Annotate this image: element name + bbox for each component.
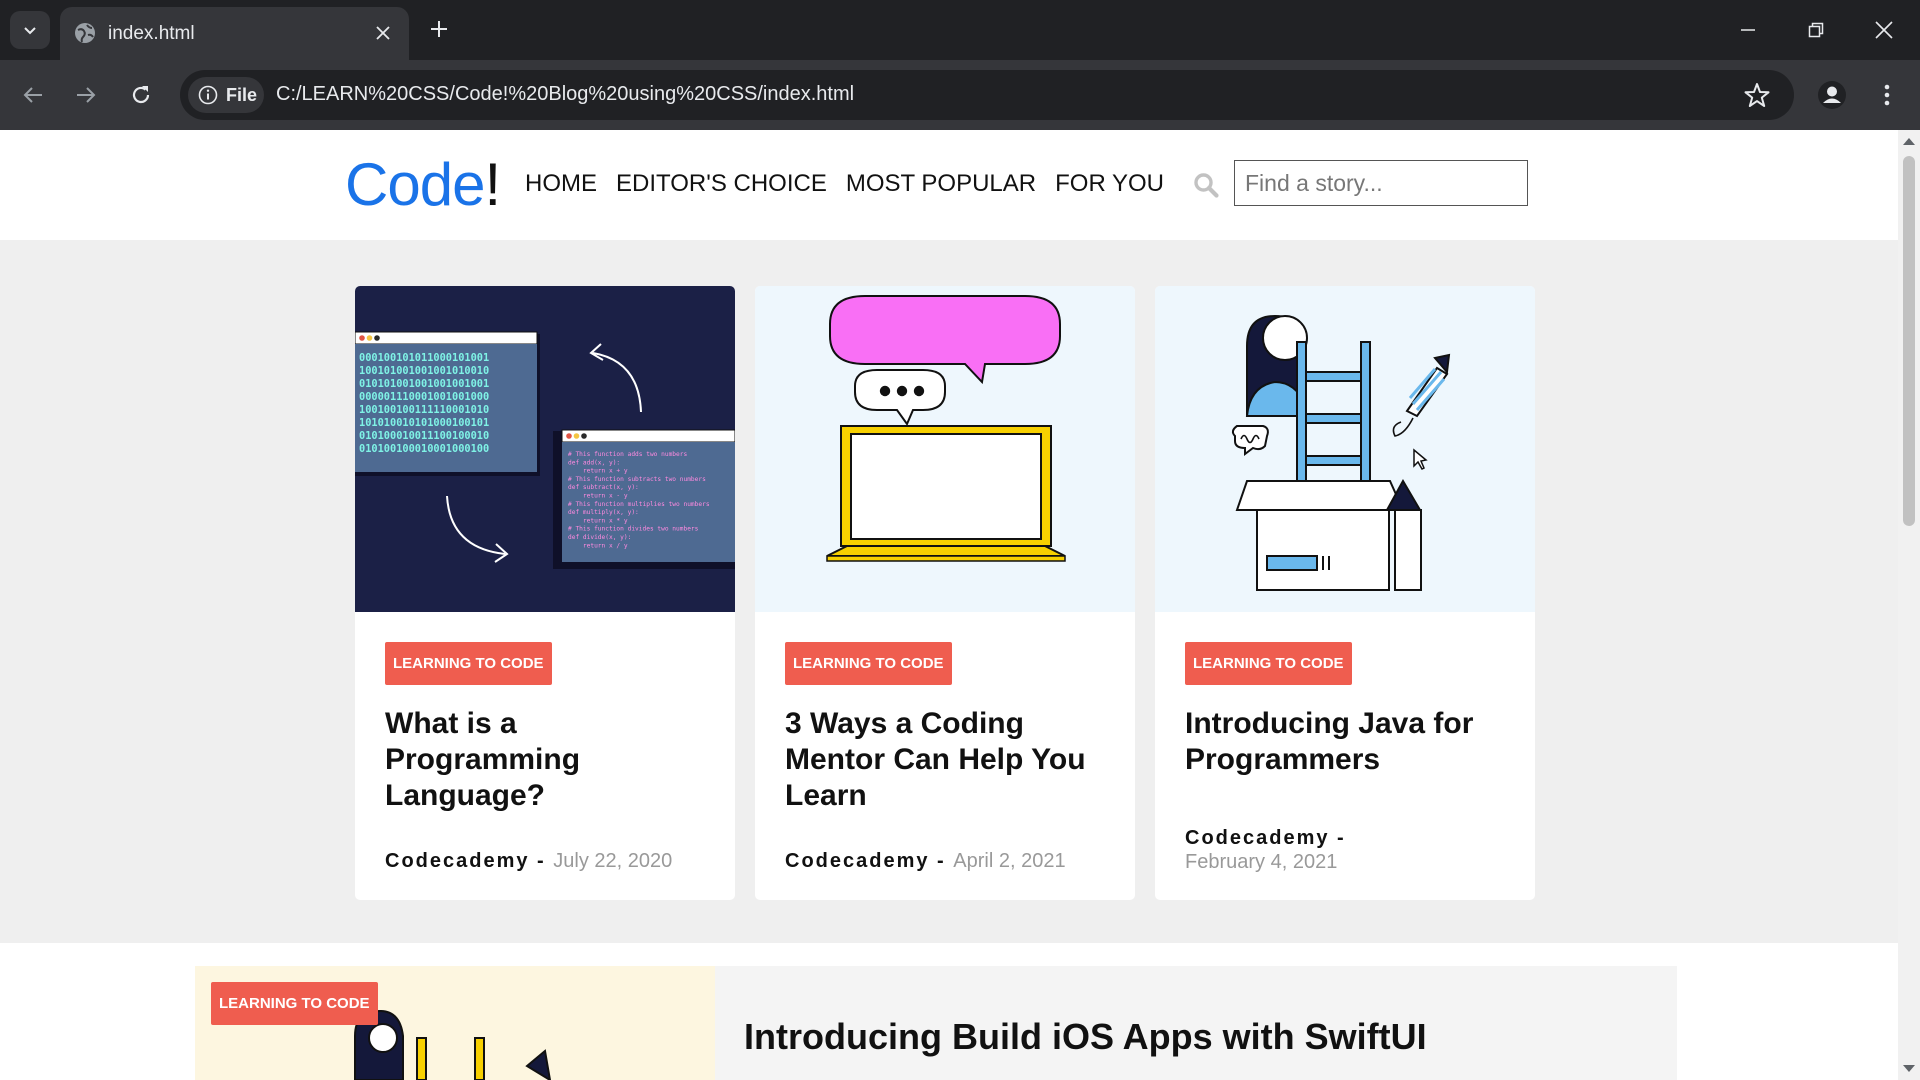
code-line: # This function divides two numbers — [568, 526, 699, 533]
article-meta: Codecademy - April 2, 2021 — [785, 849, 1115, 873]
binary-line: 010101001001001001001 — [359, 378, 489, 390]
article-card[interactable]: LEARNING TO CODE Introducing Java for Pr… — [1155, 286, 1535, 900]
file-label: File — [226, 84, 258, 105]
binary-line: 101010010101000100101 — [359, 417, 489, 429]
nav-home[interactable]: HOME — [525, 170, 597, 198]
article-author: Codecademy — [385, 850, 530, 872]
code-line: # This function multiplies two numbers — [568, 501, 710, 508]
binary-line: 000100101011000101001 — [359, 352, 489, 364]
browser-menu-button[interactable] — [1872, 76, 1902, 114]
code-line: return x * y — [568, 517, 628, 524]
info-icon — [198, 85, 218, 105]
code-line: # This function subtracts two numbers — [568, 476, 706, 483]
restore-button[interactable] — [1793, 10, 1839, 50]
forward-button[interactable] — [68, 77, 104, 113]
article-meta: Codecademy - February 4, 2021 — [1185, 826, 1515, 874]
article-card[interactable]: 000100101011000101001 1001010010010010100… — [355, 286, 735, 900]
article-title[interactable]: What is a Programming Language? — [385, 706, 715, 814]
search-icon[interactable] — [1193, 172, 1219, 198]
binary-line: 010100010011100100010 — [359, 430, 489, 442]
binary-line: 000001110001001001000 — [359, 391, 489, 403]
meta-separator: - — [529, 850, 554, 872]
close-tab-button[interactable] — [371, 21, 395, 45]
reload-button[interactable] — [123, 77, 159, 113]
article-author: Codecademy — [1185, 827, 1330, 849]
url-text[interactable]: C:/LEARN%20CSS/Code!%20Blog%20using%20CS… — [276, 83, 854, 106]
address-bar[interactable]: File C:/LEARN%20CSS/Code!%20Blog%20using… — [180, 70, 1794, 120]
meta-separator: - — [1329, 827, 1346, 849]
site-header: Code! HOME EDITOR'S CHOICE MOST POPULAR … — [0, 130, 1898, 240]
vertical-scrollbar[interactable] — [1898, 130, 1920, 1080]
meta-separator: - — [929, 850, 954, 872]
minimize-button[interactable] — [1725, 10, 1771, 50]
new-tab-button[interactable] — [424, 14, 454, 44]
close-icon — [1875, 21, 1893, 39]
tab-title: index.html — [108, 23, 195, 44]
article-title[interactable]: 3 Ways a Coding Mentor Can Help You Lear… — [785, 706, 1115, 814]
article-meta: Codecademy - July 22, 2020 — [385, 849, 715, 873]
code-line: def multiply(x, y): — [568, 509, 639, 516]
page-viewport: Code! HOME EDITOR'S CHOICE MOST POPULAR … — [0, 130, 1898, 1080]
search-input[interactable] — [1234, 160, 1528, 206]
binary-line: 100100100111110001010 — [359, 404, 489, 416]
article-date: February 4, 2021 — [1185, 851, 1338, 873]
close-icon — [376, 26, 390, 40]
article-card[interactable]: LEARNING TO CODE 3 Ways a Coding Mentor … — [755, 286, 1135, 900]
category-tag[interactable]: LEARNING TO CODE — [1185, 642, 1352, 685]
binary-line: 010100100010001000100 — [359, 443, 489, 455]
category-tag[interactable]: LEARNING TO CODE — [385, 642, 552, 685]
article-illustration — [1155, 286, 1535, 612]
scroll-thumb[interactable] — [1903, 156, 1915, 526]
more-vertical-icon — [1884, 84, 1890, 106]
article-title[interactable]: Introducing Java for Programmers — [1185, 706, 1515, 778]
category-tag[interactable]: LEARNING TO CODE — [785, 642, 952, 685]
scroll-down-arrow-icon[interactable] — [1903, 1065, 1915, 1072]
logo-text: Code — [345, 151, 485, 218]
article-illustration — [755, 286, 1135, 612]
arrow-right-icon — [77, 87, 96, 103]
nav-most-popular[interactable]: MOST POPULAR — [846, 170, 1036, 198]
nav-for-you[interactable]: FOR YOU — [1055, 170, 1164, 198]
active-tab[interactable]: index.html — [60, 7, 409, 60]
article-author: Codecademy — [785, 850, 930, 872]
chevron-down-icon — [24, 27, 36, 35]
category-tag[interactable]: LEARNING TO CODE — [211, 982, 378, 1025]
back-button[interactable] — [15, 77, 51, 113]
restore-icon — [1808, 22, 1824, 38]
profile-button[interactable] — [1813, 76, 1851, 114]
globe-icon — [75, 23, 95, 43]
featured-title[interactable]: Introducing Build iOS Apps with SwiftUI — [744, 1016, 1427, 1058]
site-logo[interactable]: Code! — [345, 150, 501, 219]
minimize-icon — [1741, 29, 1755, 31]
article-date: July 22, 2020 — [553, 850, 673, 872]
code-line: def add(x, y): — [568, 459, 620, 466]
featured-article-card[interactable]: LEARNING TO CODE Introducing Build iOS A… — [195, 966, 1677, 1080]
arrow-left-icon — [23, 87, 42, 103]
article-date: April 2, 2021 — [953, 850, 1066, 872]
code-line: return x / y — [568, 542, 628, 549]
code-line: return x + y — [568, 468, 628, 475]
code-line: def subtract(x, y): — [568, 484, 639, 491]
tab-search-button[interactable] — [10, 11, 50, 49]
account-icon — [1818, 81, 1846, 109]
code-line: return x - y — [568, 493, 628, 500]
binary-line: 100101001001001010010 — [359, 365, 489, 377]
main-nav: HOME EDITOR'S CHOICE MOST POPULAR FOR YO… — [525, 170, 1164, 198]
featured-section: LEARNING TO CODE Introducing Build iOS A… — [0, 943, 1898, 1080]
reload-icon — [132, 86, 150, 104]
scroll-up-arrow-icon[interactable] — [1903, 138, 1915, 145]
article-illustration: 0001001010110001010011001010010010010100… — [355, 286, 735, 612]
logo-exclamation: ! — [484, 151, 501, 218]
plus-icon — [431, 21, 447, 37]
tab-strip: index.html — [0, 0, 1920, 60]
nav-editors-choice[interactable]: EDITOR'S CHOICE — [616, 170, 827, 198]
bookmark-star-icon[interactable] — [1744, 82, 1770, 108]
code-line: def divide(x, y): — [568, 534, 631, 541]
close-window-button[interactable] — [1861, 10, 1907, 50]
browser-toolbar: File C:/LEARN%20CSS/Code!%20Blog%20using… — [0, 60, 1920, 130]
code-line: # This function adds two numbers — [568, 451, 687, 458]
